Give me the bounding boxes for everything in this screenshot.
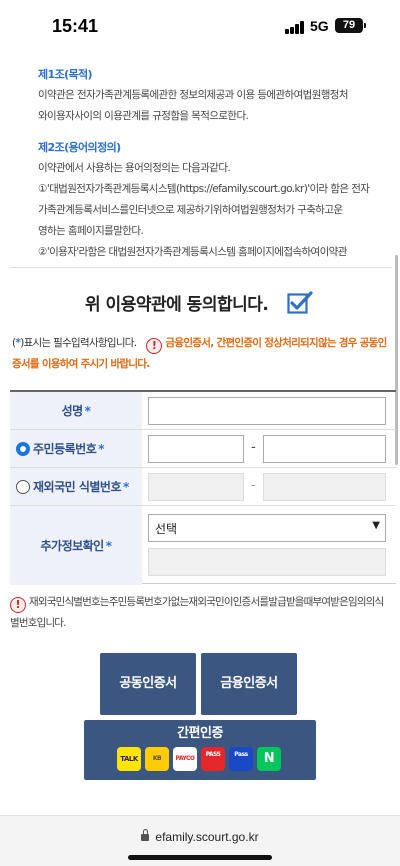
required-note: (*)표시는 필수입력사항입니다. bbox=[12, 337, 137, 349]
url-text: efamily.scourt.go.kr bbox=[155, 830, 259, 844]
rrn-radio[interactable] bbox=[16, 441, 30, 456]
notice: (*)표시는 필수입력사항입니다.! 금융인증서, 간편인증이 정상처리되지않는 … bbox=[12, 333, 392, 375]
payco-icon: PAYCO bbox=[173, 747, 197, 771]
pass-icon: PASS bbox=[201, 747, 225, 771]
status-time: 15:41 bbox=[52, 16, 99, 36]
row-foreign-id: 재외국민 식별번호 * - bbox=[10, 468, 396, 506]
warning-icon: ! bbox=[146, 338, 163, 354]
name-label: 성명 * bbox=[10, 392, 142, 429]
identity-form: 성명 * 주민등록번호 * - 재외국민 식별번호 * - 추가정보확인 * 선택 ▼ bbox=[10, 390, 396, 585]
kakaotalk-icon: TALK bbox=[117, 747, 141, 771]
battery-tip bbox=[364, 23, 366, 28]
info-warning-icon: ! bbox=[10, 597, 26, 613]
samsung-pass-icon: Pass bbox=[229, 747, 253, 771]
row-rrn: 주민등록번호 * - bbox=[10, 430, 396, 468]
kb-icon: KB bbox=[145, 747, 169, 771]
terms-line: 와이용자사이의 이용관계를 규정함을 목적으로한다. bbox=[38, 110, 249, 122]
foreign-id-label[interactable]: 재외국민 식별번호 * bbox=[10, 468, 142, 505]
agree-checkbox[interactable] bbox=[287, 291, 313, 315]
article-2-title: 제2조(용어의정의) bbox=[38, 141, 121, 154]
terms-line: ②'이용자'라함은 대법원전자가족관계등록시스템 홈페이지에접속하여이약관 bbox=[38, 246, 347, 258]
foreign-id-info: ! 재외국민식별번호는주민등록번호가없는재외국민이인증서를발급받을때부여받은임의의… bbox=[10, 592, 390, 633]
home-indicator[interactable] bbox=[128, 855, 272, 860]
lock-icon bbox=[141, 829, 150, 841]
row-extra-info: 추가정보확인 * 선택 ▼ bbox=[10, 506, 396, 585]
rrn-dash: - bbox=[251, 440, 256, 455]
terms-line: 이약관은 전자가족관계등록에관한 정보의제공과 이용 등에관하여법원행정처 bbox=[38, 89, 349, 101]
extra-info-input bbox=[148, 548, 386, 576]
battery-icon: 79 bbox=[335, 18, 363, 33]
foreign-id-front-input bbox=[148, 473, 244, 501]
info-text: 재외국민식별번호는주민등록번호가없는재외국민이인증서를발급받을때부여받은임의의식… bbox=[10, 596, 384, 629]
terms-scroll-box[interactable]: 제1조(목적) 이약관은 전자가족관계등록에관한 정보의제공과 이용 등에관하여… bbox=[10, 54, 392, 268]
select-value: 선택 bbox=[155, 522, 178, 536]
agree-label: 위 이용약관에 동의합니다. bbox=[85, 295, 269, 315]
network-type: 5G bbox=[310, 18, 329, 34]
dropdown-arrow-icon: ▼ bbox=[372, 520, 380, 531]
terms-line: 이약관에서 사용하는 용어의정의는 다음과같다. bbox=[38, 162, 231, 174]
extra-info-label: 추가정보확인 * bbox=[10, 506, 142, 585]
financial-cert-button[interactable]: 금융인증서 bbox=[201, 653, 297, 715]
name-input[interactable] bbox=[148, 397, 386, 425]
required-text: )표시는 필수입력사항입니다. bbox=[20, 337, 137, 349]
joint-cert-button[interactable]: 공동인증서 bbox=[100, 653, 196, 715]
rrn-front-input[interactable] bbox=[148, 435, 244, 463]
extra-info-select[interactable]: 선택 ▼ bbox=[148, 514, 386, 542]
terms-line: ①'대법원전자가족관계등록시스템(https://efamily.scourt.… bbox=[38, 183, 370, 195]
article-1-title: 제1조(목적) bbox=[38, 68, 93, 81]
foreign-id-radio[interactable] bbox=[16, 479, 30, 494]
agree-row: 위 이용약관에 동의합니다. bbox=[0, 282, 400, 322]
signal-icon bbox=[285, 21, 305, 34]
simple-auth-button[interactable]: 간편인증 TALK KB PAYCO PASS Pass N bbox=[84, 720, 316, 780]
foreign-id-back-input bbox=[263, 473, 386, 501]
foreign-id-dash: - bbox=[251, 478, 256, 493]
terms-line: 영하는 홈페이지를말한다. bbox=[38, 225, 144, 237]
rrn-back-input[interactable] bbox=[263, 435, 386, 463]
row-name: 성명 * bbox=[10, 392, 396, 430]
terms-line: 가족관계등록서비스를인터넷으로 제공하기위하여법원행정처가 구축하고운 bbox=[38, 204, 343, 216]
rrn-label[interactable]: 주민등록번호 * bbox=[10, 430, 142, 467]
simple-auth-label: 간편인증 bbox=[177, 726, 223, 741]
article-1-body: 이약관은 전자가족관계등록에관한 정보의제공과 이용 등에관하여법원행정처 와이… bbox=[38, 85, 382, 127]
article-2-body: 이약관에서 사용하는 용어의정의는 다음과같다. ①'대법원전자가족관계등록시스… bbox=[38, 158, 382, 263]
url-display[interactable]: efamily.scourt.go.kr bbox=[0, 829, 400, 844]
status-bar: 15:41 5G 79 bbox=[0, 0, 400, 54]
naver-icon: N bbox=[257, 747, 281, 771]
